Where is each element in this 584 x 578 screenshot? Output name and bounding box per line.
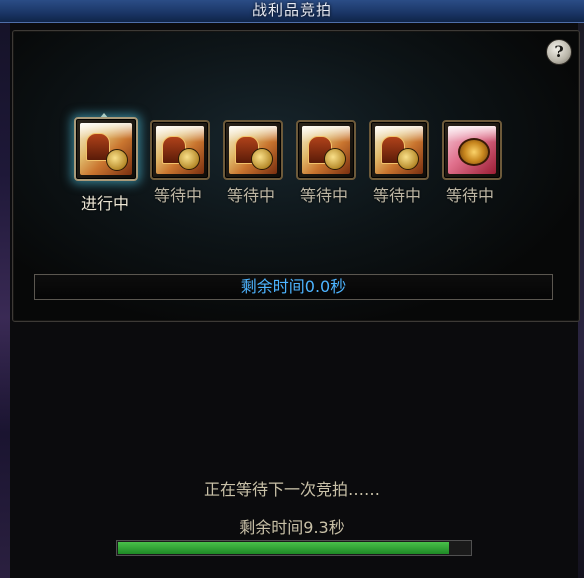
window-title: 战利品竞拍 [251,1,332,19]
auction-item-slot[interactable] [442,120,502,180]
auction-item-status: 等待中 [299,186,348,205]
auction-item-status: 等待中 [445,186,494,205]
auction-item-slot[interactable] [296,120,356,180]
current-auction-remaining-time: 剩余时间0.0秒 [240,277,347,296]
auction-item-slot[interactable] [150,120,210,180]
auction-item-status: 等待中 [226,186,275,205]
auction-item-status: 等待中 [153,186,202,205]
treasure-chest-coin-icon [302,126,350,174]
auction-item-status: 进行中 [80,194,129,213]
auction-item-status: 等待中 [372,186,421,205]
help-icon[interactable]: ? [546,39,572,65]
current-auction-timer-bar: 剩余时间0.0秒 [34,274,553,300]
waiting-message: 正在等待下一次竞拍…… [203,480,380,499]
next-auction-progress-fill [118,542,449,554]
window-title-bar[interactable]: 战利品竞拍 [0,0,584,23]
auction-item-slot[interactable] [223,120,283,180]
next-auction-remaining-time: 剩余时间9.3秒 [239,518,345,537]
treasure-chest-coin-icon [156,126,204,174]
treasure-chest-coin-icon [375,126,423,174]
gold-ring-icon [448,126,496,174]
treasure-chest-coin-icon [229,126,277,174]
auction-item-slot[interactable] [369,120,429,180]
auction-item-slot[interactable] [74,117,138,181]
treasure-chest-coin-icon [80,123,132,175]
next-auction-progress-bar [116,540,472,556]
